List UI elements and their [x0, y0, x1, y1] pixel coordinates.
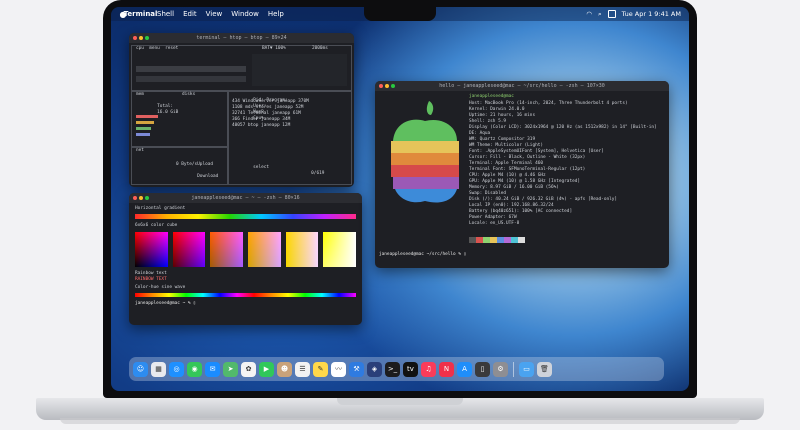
hello-titlebar[interactable]: hello — janeappleseed@mac — ~/src/hello … — [375, 81, 669, 91]
btop-terminal-window[interactable]: terminal — htop — btop — 89×24 cpu menu … — [129, 33, 354, 187]
reminders-icon[interactable]: ☰ — [295, 361, 310, 377]
btop-upload-label: Upload — [197, 162, 214, 167]
color-cube-label: 6x6x6 color cube — [135, 223, 178, 228]
btop-timer: 2000ms — [312, 46, 328, 51]
maps-icon[interactable]: ➤ — [223, 361, 238, 377]
color-cube-tile — [172, 232, 206, 267]
btop-mem-pane: mem disks Total: 16.0 GiB — [131, 91, 228, 147]
color-cube-tile — [323, 232, 357, 267]
btop-net-header: net — [136, 148, 144, 153]
settings-icon[interactable]: ⚙ — [493, 361, 508, 377]
btop-titlebar[interactable]: terminal — htop — btop — 89×24 — [129, 33, 354, 43]
laptop-shadow — [60, 418, 740, 424]
camera-notch — [364, 7, 436, 21]
notes-icon[interactable]: ✎ — [313, 361, 328, 377]
color-cubes — [135, 232, 357, 267]
trash-icon[interactable]: 🗑 — [537, 361, 552, 377]
system-info-list: Host: MacBook Pro (14-inch, 2024, Three … — [469, 101, 657, 227]
menu-app-name[interactable]: Terminal — [124, 7, 158, 22]
tv-icon[interactable]: tv — [403, 361, 418, 377]
apple-ascii-logo-icon — [391, 101, 459, 203]
menu-window[interactable]: Window — [231, 10, 259, 18]
btop-select-label: select — [253, 165, 270, 170]
laptop-base-groove — [337, 398, 463, 405]
wifi-icon[interactable]: ◠ — [586, 10, 592, 18]
hello-user-host: janeappleseed@mac — [469, 94, 514, 99]
dock-separator — [513, 361, 514, 377]
btop-proc-count: 0/619 — [311, 171, 325, 176]
music-icon[interactable]: ♫ — [421, 361, 436, 377]
menu-view[interactable]: View — [206, 10, 223, 18]
appstore-icon[interactable]: A — [457, 361, 472, 377]
terminal-color-swatches — [469, 237, 525, 243]
btop-net-pane: net Upload 0 Byte/s Download — [131, 147, 228, 185]
photos-icon[interactable]: ✿ — [241, 361, 256, 377]
color-cube-tile — [285, 232, 319, 267]
launchpad-icon[interactable]: ▦ — [151, 361, 166, 377]
facetime-icon[interactable]: ▶ — [259, 361, 274, 377]
terminal-icon[interactable]: >_ — [385, 361, 400, 377]
btop-cpu-header: cpu menu reset — [136, 46, 179, 51]
colors-titlebar[interactable]: janeappleseed@mac — ~ — -zsh — 80×16 — [129, 193, 362, 203]
iphone-mirroring-icon[interactable]: ▯ — [475, 361, 490, 377]
finder-icon[interactable]: ☺ — [133, 361, 148, 377]
btop-total-label: Total: — [157, 104, 174, 109]
btop-cpu-graph-2 — [136, 76, 246, 82]
downloads-folder-icon[interactable]: ▭ — [519, 361, 534, 377]
btop-total-value: 16.0 GiB — [157, 110, 179, 115]
messages-icon[interactable]: ◉ — [187, 361, 202, 377]
btop-cpu-pane: cpu menu reset BAT▼ 100% 2000ms — [131, 45, 352, 91]
btop-core-list — [252, 54, 347, 86]
contacts-icon[interactable]: ☻ — [277, 361, 292, 377]
color-cube-tile — [135, 232, 168, 267]
hello-window-title: hello — janeappleseed@mac — ~/src/hello … — [439, 83, 605, 89]
menu-clock[interactable]: Tue Apr 1 9:41 AM — [622, 10, 681, 18]
rainbow-text: RAINBOW TEXT — [135, 277, 167, 282]
btop-download-label: Download — [197, 174, 219, 179]
btop-disks-header: disks — [182, 92, 196, 97]
menu-edit[interactable]: Edit — [183, 10, 197, 18]
instruments-icon[interactable]: ◈ — [367, 361, 382, 377]
table-row[interactable]: 40057 btop janeapp 12M — [232, 123, 309, 129]
control-center-icon[interactable] — [607, 10, 616, 18]
color-cube-tile — [248, 232, 281, 267]
hello-terminal-window[interactable]: hello — janeappleseed@mac — ~/src/hello … — [375, 81, 669, 268]
sine-wave-label: Color-hue sine wave — [135, 285, 186, 290]
btop-proc-pane[interactable]: Pid: Program: User: MemB Cpu% 434 Window… — [228, 91, 352, 185]
search-icon[interactable]: ⌕ — [598, 10, 602, 19]
screen: ● Terminal Shell Edit View Window Help ◠… — [111, 7, 689, 391]
xcode-icon[interactable]: ⚒ — [349, 361, 364, 377]
horizontal-gradient-bar — [135, 214, 356, 219]
btop-proc-list[interactable]: 434 WindowServer janeapp 370M 1108 mds_s… — [232, 99, 309, 129]
news-icon[interactable]: N — [439, 361, 454, 377]
btop-window-title: terminal — htop — btop — 89×24 — [196, 35, 287, 41]
colors-terminal-window[interactable]: janeappleseed@mac — ~ — -zsh — 80×16 Hor… — [129, 193, 362, 325]
menu-shell[interactable]: Shell — [157, 10, 174, 18]
menu-help[interactable]: Help — [268, 10, 284, 18]
btop-cpu-graph — [136, 66, 246, 72]
btop-battery: BAT▼ 100% — [262, 46, 286, 51]
horizontal-gradient-label: Horizontal gradient — [135, 206, 186, 211]
colors-prompt[interactable]: janeappleseed@mac ~ % ▯ — [135, 301, 356, 307]
colors-window-title: janeappleseed@mac — ~ — -zsh — 80×16 — [191, 195, 300, 201]
mail-icon[interactable]: ✉ — [205, 361, 220, 377]
color-cube-tile — [210, 232, 244, 267]
freeform-icon[interactable]: 〰 — [331, 361, 346, 377]
info-line: Locale: en_US.UTF-8 — [469, 221, 520, 226]
hello-prompt[interactable]: janeappleseed@mac ~/src/hello % ▯ — [379, 252, 466, 258]
sine-wave-bar — [135, 293, 356, 297]
safari-icon[interactable]: ◎ — [169, 361, 184, 377]
dock: ☺ ▦ ◎ ◉ ✉ ➤ ✿ ▶ ☻ ☰ ✎ 〰 ⚒ ◈ >_ tv ♫ N A ▯ ⚙ ▭ 🗑 — [129, 357, 664, 381]
info-line: Display (Color LCD): 3024x1964 @ 120 Hz … — [469, 125, 657, 130]
btop-mem-free-bar — [136, 133, 150, 136]
